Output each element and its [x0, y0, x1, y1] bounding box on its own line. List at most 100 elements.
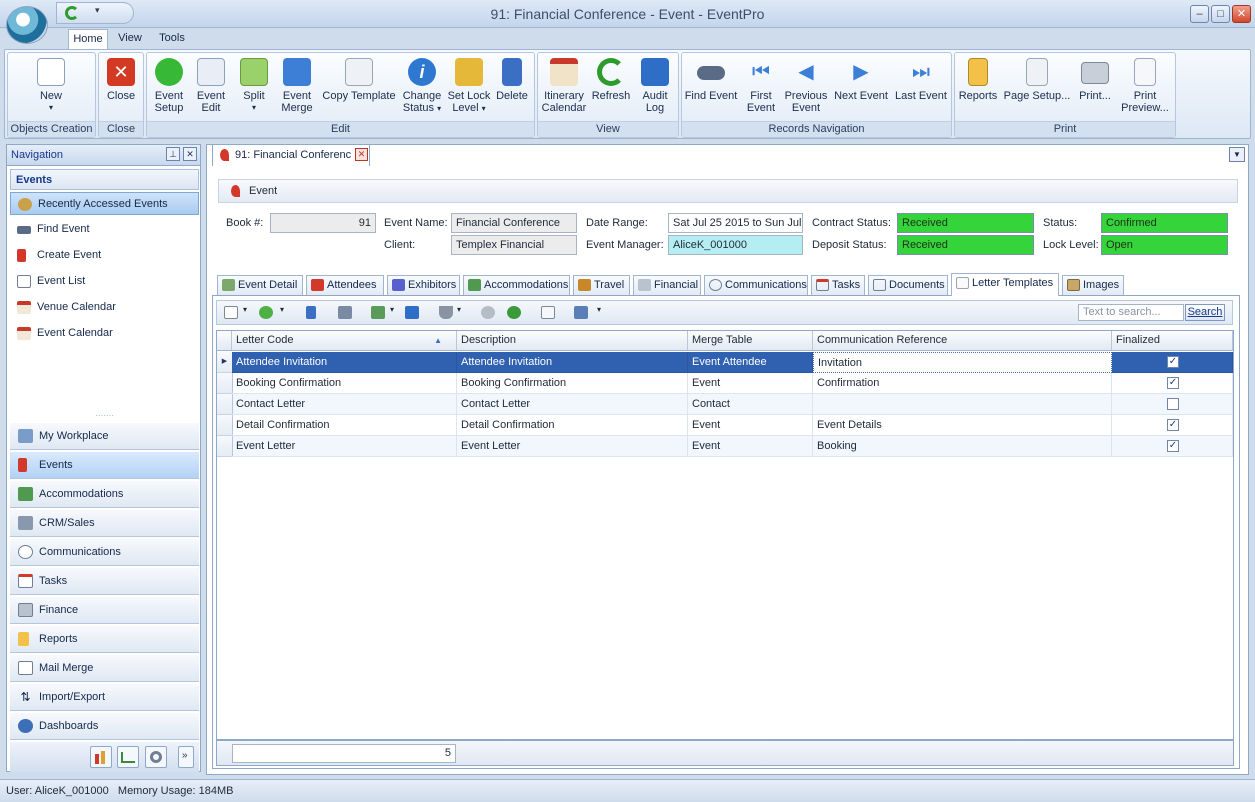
cell-description[interactable]: Booking Confirmation [457, 373, 688, 394]
column-header-merge-table[interactable]: Merge Table [688, 331, 813, 351]
cell-communication-reference[interactable]: Invitation [813, 352, 1112, 373]
column-header-description[interactable]: Description [457, 331, 688, 351]
copy-template-button[interactable]: Copy Template [320, 58, 398, 102]
date-range-field[interactable]: Sat Jul 25 2015 to Sun Jul [668, 213, 803, 233]
tab-travel[interactable]: Travel [573, 275, 630, 295]
tab-communications[interactable]: Communications [704, 275, 808, 295]
chevron-down-icon[interactable]: ▾ [243, 305, 247, 314]
cell-finalized[interactable]: ✓ [1112, 436, 1233, 457]
module-communications[interactable]: Communications [10, 539, 199, 566]
tab-exhibitors[interactable]: Exhibitors [387, 275, 460, 295]
print-icon[interactable] [574, 306, 588, 319]
column-header-finalized[interactable]: Finalized [1112, 331, 1233, 351]
refresh-button[interactable]: Refresh [590, 58, 632, 102]
column-header-letter-code[interactable]: Letter Code ▲ [232, 331, 457, 351]
finalized-checkbox[interactable]: ✓ [1167, 356, 1179, 368]
nav-item-event-calendar[interactable]: Event Calendar [10, 322, 199, 345]
page-setup-button[interactable]: Page Setup... [1002, 58, 1072, 102]
set-lock-level-button[interactable]: Set Lock Level ▾ [446, 58, 492, 115]
book-number-field[interactable]: 91 [270, 213, 376, 233]
cell-letter-code[interactable]: Attendee Invitation [232, 352, 457, 373]
module-import-export[interactable]: ⇅ Import/Export [10, 684, 199, 711]
chevron-right-icon[interactable]: » [178, 746, 194, 768]
chevron-down-icon[interactable]: ▼ [1229, 147, 1245, 162]
tab-documents[interactable]: Documents [868, 275, 948, 295]
module-tasks[interactable]: Tasks [10, 568, 199, 595]
contract-status-field[interactable]: Received [897, 213, 1034, 233]
cell-merge-table[interactable]: Event Attendee [688, 352, 813, 373]
audit-log-button[interactable]: Audit Log [636, 58, 674, 114]
search-input[interactable]: Text to search... [1078, 304, 1184, 321]
trash-icon[interactable] [306, 306, 316, 319]
chevron-down-icon[interactable]: ▾ [95, 5, 100, 16]
module-mail-merge[interactable]: Mail Merge [10, 655, 199, 682]
first-event-button[interactable]: ⏮ First Event [742, 58, 780, 114]
table-row[interactable]: Event Letter Event Letter Event Booking … [217, 436, 1233, 457]
cell-finalized[interactable]: ✓ [1112, 352, 1233, 373]
finalized-checkbox[interactable]: ✓ [1167, 440, 1179, 452]
finalized-checkbox[interactable]: ✓ [1167, 419, 1179, 431]
cell-finalized[interactable]: ✓ [1112, 373, 1233, 394]
event-manager-field[interactable]: AliceK_001000 [668, 235, 803, 255]
grid-view-icon[interactable] [338, 306, 352, 319]
client-field[interactable]: Templex Financial [451, 235, 577, 255]
nav-item-create-event[interactable]: Create Event [10, 244, 199, 267]
event-setup-button[interactable]: Event Setup [150, 58, 188, 114]
cell-communication-reference[interactable]: Booking [813, 436, 1112, 457]
finalized-checkbox[interactable]: ✓ [1167, 377, 1179, 389]
tab-attendees[interactable]: Attendees [306, 275, 384, 295]
tab-tools[interactable]: Tools [153, 29, 191, 49]
cell-finalized[interactable] [1112, 394, 1233, 415]
print-button[interactable]: Print... [1074, 58, 1116, 102]
finalized-checkbox[interactable] [1167, 398, 1179, 410]
chevron-down-icon[interactable]: ▾ [597, 305, 601, 314]
module-events[interactable]: Events [10, 452, 199, 479]
module-my-workplace[interactable]: My Workplace [10, 423, 199, 450]
next-event-button[interactable]: ▶ Next Event [832, 58, 890, 102]
chevron-down-icon[interactable]: ▾ [457, 305, 461, 314]
cell-description[interactable]: Attendee Invitation [457, 352, 688, 373]
cell-letter-code[interactable]: Detail Confirmation [232, 415, 457, 436]
find-event-button[interactable]: Find Event [684, 58, 738, 102]
splitter-handle[interactable]: ······· [10, 412, 199, 421]
last-event-button[interactable]: ⏭ Last Event [892, 58, 950, 102]
itinerary-calendar-button[interactable]: Itinerary Calendar [540, 58, 588, 114]
add-icon[interactable] [259, 306, 273, 319]
cell-description[interactable]: Event Letter [457, 436, 688, 457]
module-accommodations[interactable]: Accommodations [10, 481, 199, 508]
module-crm-sales[interactable]: CRM/Sales [10, 510, 199, 537]
cell-letter-code[interactable]: Event Letter [232, 436, 457, 457]
cell-letter-code[interactable]: Contact Letter [232, 394, 457, 415]
document-tab[interactable]: 91: Financial Conferenc [212, 144, 370, 166]
tab-images[interactable]: Images [1062, 275, 1124, 295]
maximize-button[interactable]: □ [1211, 5, 1230, 23]
lock-level-field[interactable]: Open [1101, 235, 1228, 255]
app-logo[interactable] [6, 6, 48, 44]
bar-chart-icon[interactable] [90, 746, 112, 768]
deposit-status-field[interactable]: Received [897, 235, 1034, 255]
chevron-down-icon[interactable]: ▾ [390, 305, 394, 314]
cell-merge-table[interactable]: Contact [688, 394, 813, 415]
move-up-icon[interactable] [481, 306, 495, 319]
event-merge-button[interactable]: Event Merge [278, 58, 316, 114]
filter-icon[interactable] [439, 306, 453, 319]
delete-button[interactable]: Delete [494, 58, 530, 102]
previous-event-button[interactable]: ◀ Previous Event [784, 58, 828, 114]
minimize-button[interactable]: – [1190, 5, 1209, 23]
event-name-field[interactable]: Financial Conference [451, 213, 577, 233]
table-row[interactable]: Contact Letter Contact Letter Contact [217, 394, 1233, 415]
search-button[interactable]: Search [1185, 304, 1225, 321]
cell-communication-reference[interactable] [813, 394, 1112, 415]
pin-icon[interactable]: ⊥ [166, 147, 180, 161]
cell-description[interactable]: Contact Letter [457, 394, 688, 415]
module-reports[interactable]: Reports [10, 626, 199, 653]
gear-icon[interactable] [145, 746, 167, 768]
cell-merge-table[interactable]: Event [688, 373, 813, 394]
search-icon[interactable] [541, 306, 555, 319]
table-row[interactable]: Booking Confirmation Booking Confirmatio… [217, 373, 1233, 394]
event-edit-button[interactable]: Event Edit [192, 58, 230, 114]
cell-description[interactable]: Detail Confirmation [457, 415, 688, 436]
column-header-communication-reference[interactable]: Communication Reference [813, 331, 1112, 351]
tab-tasks[interactable]: Tasks [811, 275, 865, 295]
cell-communication-reference[interactable]: Event Details [813, 415, 1112, 436]
